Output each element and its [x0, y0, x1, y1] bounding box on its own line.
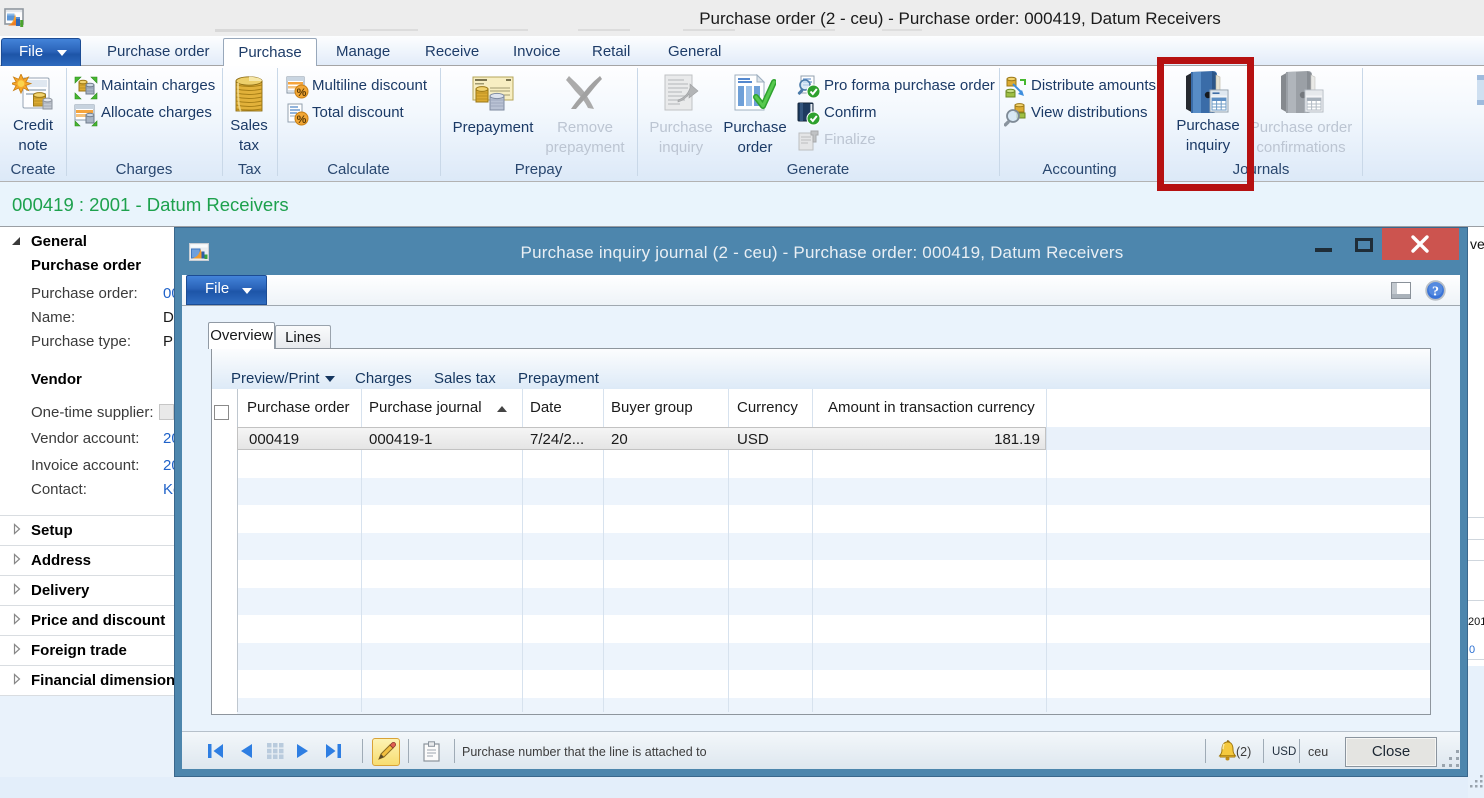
svg-text:%: % — [297, 114, 307, 126]
svg-text:?: ? — [1432, 285, 1439, 300]
svg-text:%: % — [297, 87, 307, 99]
